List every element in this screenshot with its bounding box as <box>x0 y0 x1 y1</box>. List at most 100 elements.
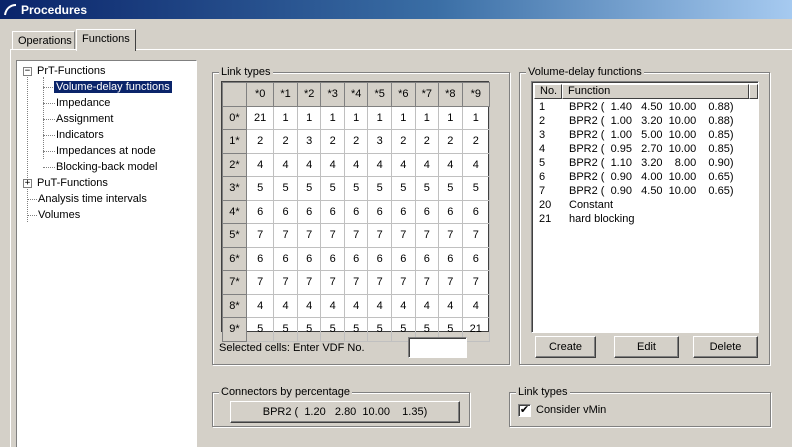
grid-column-header[interactable]: *5 <box>367 82 392 107</box>
grid-cell[interactable]: 5 <box>367 317 392 342</box>
grid-cell[interactable]: 5 <box>367 176 392 201</box>
delete-button[interactable]: Delete <box>693 336 758 358</box>
grid-cell[interactable]: 6 <box>245 246 275 271</box>
grid-row-header[interactable]: 8* <box>222 293 247 318</box>
grid-cell[interactable]: 7 <box>320 270 345 295</box>
grid-row-header[interactable]: 0* <box>222 105 247 130</box>
grid-cell[interactable]: 1 <box>273 105 298 130</box>
grid-cell[interactable]: 6 <box>438 199 463 224</box>
grid-cell[interactable]: 4 <box>273 293 298 318</box>
tree-item-impedances-at-node[interactable]: Impedances at node <box>56 144 156 158</box>
grid-cell[interactable]: 6 <box>367 246 392 271</box>
expand-icon[interactable]: + <box>23 179 32 188</box>
grid-row-header[interactable]: 9* <box>222 317 247 342</box>
grid-cell[interactable]: 7 <box>367 270 392 295</box>
grid-cell[interactable]: 4 <box>343 293 369 318</box>
grid-cell[interactable]: 1 <box>320 105 345 130</box>
grid-row-header[interactable]: 6* <box>222 246 247 271</box>
grid-row-header[interactable]: 4* <box>222 199 247 224</box>
grid-cell[interactable]: 6 <box>391 246 416 271</box>
grid-column-header[interactable]: *3 <box>320 82 345 107</box>
vdf-list[interactable]: No. Function 1 BPR2 ( 1.40 4.50 10.00 0.8… <box>531 81 759 333</box>
grid-cell[interactable]: 1 <box>414 105 440 130</box>
grid-cell[interactable]: 5 <box>320 176 345 201</box>
grid-cell[interactable]: 7 <box>245 270 275 295</box>
grid-cell[interactable]: 6 <box>461 199 491 224</box>
grid-row-header[interactable]: 1* <box>222 129 247 154</box>
grid-cell[interactable]: 7 <box>343 270 369 295</box>
grid-cell[interactable]: 5 <box>296 176 322 201</box>
grid-cell[interactable]: 4 <box>343 152 369 177</box>
tree-item-volume-delay-functions[interactable]: Volume-delay functions <box>54 80 172 94</box>
grid-cell[interactable]: 1 <box>343 105 369 130</box>
grid-cell[interactable]: 7 <box>391 270 416 295</box>
grid-cell[interactable]: 7 <box>273 223 298 248</box>
vdf-number-input[interactable] <box>408 337 467 358</box>
grid-cell[interactable]: 7 <box>391 223 416 248</box>
grid-cell[interactable]: 4 <box>245 152 275 177</box>
grid-cell[interactable]: 6 <box>296 199 322 224</box>
grid-cell[interactable]: 5 <box>414 176 440 201</box>
tree-item-blocking-back-model[interactable]: Blocking-back model <box>56 160 158 174</box>
grid-cell[interactable]: 1 <box>461 105 491 130</box>
grid-cell[interactable]: 7 <box>320 223 345 248</box>
grid-cell[interactable]: 2 <box>438 129 463 154</box>
grid-cell[interactable]: 21 <box>245 105 275 130</box>
column-header-function[interactable]: Function <box>562 84 749 99</box>
grid-cell[interactable]: 6 <box>320 199 345 224</box>
grid-cell[interactable]: 4 <box>296 293 322 318</box>
grid-cell[interactable]: 5 <box>320 317 345 342</box>
grid-cell[interactable]: 5 <box>245 317 275 342</box>
grid-cell[interactable]: 1 <box>438 105 463 130</box>
grid-cell[interactable]: 4 <box>367 293 392 318</box>
grid-cell[interactable]: 7 <box>438 223 463 248</box>
grid-cell[interactable]: 4 <box>438 293 463 318</box>
procedures-tree[interactable]: − PrT-Functions Volume-delay functions I… <box>16 60 197 447</box>
grid-column-header[interactable]: *1 <box>273 82 298 107</box>
grid-cell[interactable]: 6 <box>438 246 463 271</box>
grid-cell[interactable]: 4 <box>245 293 275 318</box>
grid-cell[interactable]: 7 <box>461 270 491 295</box>
tab-operations[interactable]: Operations <box>12 31 75 50</box>
grid-cell[interactable]: 5 <box>245 176 275 201</box>
grid-cell[interactable]: 4 <box>461 152 491 177</box>
grid-cell[interactable]: 3 <box>367 129 392 154</box>
edit-button[interactable]: Edit <box>614 336 679 358</box>
grid-cell[interactable]: 4 <box>391 152 416 177</box>
grid-cell[interactable]: 1 <box>296 105 322 130</box>
grid-row-header[interactable]: 2* <box>222 152 247 177</box>
connector-function-button[interactable]: BPR2 ( 1.20 2.80 10.00 1.35) <box>230 401 460 423</box>
grid-column-header[interactable]: *0 <box>245 82 275 107</box>
grid-cell[interactable]: 7 <box>273 270 298 295</box>
grid-cell[interactable]: 4 <box>438 152 463 177</box>
grid-cell[interactable]: 4 <box>273 152 298 177</box>
grid-cell[interactable]: 5 <box>343 176 369 201</box>
grid-cell[interactable]: 6 <box>343 199 369 224</box>
grid-cell[interactable]: 5 <box>343 317 369 342</box>
grid-cell[interactable]: 7 <box>245 223 275 248</box>
grid-column-header[interactable]: *6 <box>391 82 416 107</box>
grid-row-header[interactable]: 3* <box>222 176 247 201</box>
grid-cell[interactable]: 5 <box>273 176 298 201</box>
tree-item-analysis-time-intervals[interactable]: Analysis time intervals <box>38 192 147 206</box>
create-button[interactable]: Create <box>535 336 596 358</box>
grid-cell[interactable]: 6 <box>343 246 369 271</box>
grid-row-header[interactable]: 5* <box>222 223 247 248</box>
grid-cell[interactable]: 1 <box>391 105 416 130</box>
tab-functions[interactable]: Functions <box>76 29 136 51</box>
grid-cell[interactable]: 7 <box>367 223 392 248</box>
column-header-no[interactable]: No. <box>534 84 562 99</box>
grid-cell[interactable]: 4 <box>296 152 322 177</box>
grid-cell[interactable]: 4 <box>320 293 345 318</box>
grid-cell[interactable]: 7 <box>461 223 491 248</box>
grid-cell[interactable]: 6 <box>273 199 298 224</box>
grid-cell[interactable]: 5 <box>391 176 416 201</box>
grid-cell[interactable]: 4 <box>391 293 416 318</box>
grid-cell[interactable]: 2 <box>414 129 440 154</box>
consider-vmin-checkbox[interactable]: ✔ <box>518 404 531 417</box>
tree-item-put-functions[interactable]: PuT-Functions <box>37 176 108 190</box>
grid-cell[interactable]: 4 <box>320 152 345 177</box>
grid-cell[interactable]: 4 <box>367 152 392 177</box>
grid-cell[interactable]: 7 <box>414 223 440 248</box>
tree-item-indicators[interactable]: Indicators <box>56 128 104 142</box>
